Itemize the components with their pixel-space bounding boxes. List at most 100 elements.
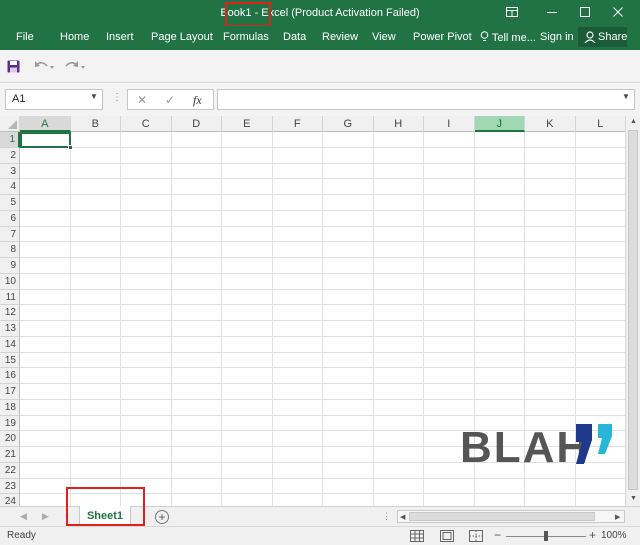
active-cell[interactable] bbox=[20, 132, 71, 148]
horizontal-scroll-thumb[interactable] bbox=[409, 512, 595, 521]
row-header-8[interactable]: 8 bbox=[0, 242, 20, 258]
tab-review[interactable]: Review bbox=[322, 31, 358, 43]
tab-file[interactable]: File bbox=[16, 31, 34, 43]
row-gridline bbox=[20, 162, 625, 164]
tab-data[interactable]: Data bbox=[283, 31, 306, 43]
select-all-corner[interactable] bbox=[0, 116, 20, 132]
row-header-11[interactable]: 11 bbox=[0, 289, 20, 306]
next-sheet-icon[interactable]: ▶ bbox=[42, 511, 49, 522]
zoom-level[interactable]: 100% bbox=[601, 530, 627, 541]
row-header-1[interactable]: 1 bbox=[0, 132, 20, 148]
page-layout-view-icon[interactable] bbox=[440, 530, 454, 542]
row-header-2[interactable]: 2 bbox=[0, 147, 20, 164]
tab-power-pivot[interactable]: Power Pivot bbox=[413, 31, 472, 43]
undo-icon[interactable] bbox=[34, 60, 54, 72]
tab-view[interactable]: View bbox=[372, 31, 396, 43]
minimize-icon[interactable] bbox=[542, 4, 562, 22]
chevron-down-icon[interactable]: ▼ bbox=[90, 92, 98, 101]
ribbon-display-options-icon[interactable] bbox=[502, 4, 522, 22]
row-gridline bbox=[20, 178, 625, 180]
row-header-20[interactable]: 20 bbox=[0, 431, 20, 447]
insert-function-icon[interactable]: fx bbox=[193, 93, 202, 108]
column-gridline bbox=[120, 132, 121, 506]
vertical-scroll-thumb[interactable] bbox=[628, 130, 638, 490]
row-header-23[interactable]: 23 bbox=[0, 478, 20, 495]
fill-handle[interactable] bbox=[68, 145, 73, 150]
vertical-scrollbar[interactable]: ▲ ▼ bbox=[625, 116, 640, 506]
formula-bar: A1 ▼ ⋮ ✕ ✓ fx ▼ bbox=[0, 84, 640, 116]
row-header-14[interactable]: 14 bbox=[0, 336, 20, 353]
row-header-5[interactable]: 5 bbox=[0, 195, 20, 211]
watermark-text: BLAH bbox=[460, 423, 591, 472]
zoom-slider-thumb[interactable] bbox=[544, 531, 548, 541]
scroll-right-icon[interactable]: ▶ bbox=[615, 513, 620, 521]
more-dots-icon[interactable]: ⋮ bbox=[112, 92, 122, 103]
row-header-17[interactable]: 17 bbox=[0, 384, 20, 400]
column-header-i[interactable]: I bbox=[424, 116, 475, 132]
tab-formulas[interactable]: Formulas bbox=[223, 31, 269, 43]
column-gridline bbox=[423, 132, 424, 506]
row-header-22[interactable]: 22 bbox=[0, 462, 20, 479]
column-header-f[interactable]: F bbox=[272, 116, 323, 132]
column-header-l[interactable]: L bbox=[575, 116, 625, 132]
row-header-19[interactable]: 19 bbox=[0, 415, 20, 432]
row-gridline bbox=[20, 414, 625, 416]
add-sheet-button[interactable]: + bbox=[155, 510, 169, 524]
column-header-a[interactable]: A bbox=[20, 116, 71, 132]
name-box[interactable]: A1 bbox=[5, 89, 103, 110]
scroll-down-icon[interactable]: ▼ bbox=[630, 495, 637, 502]
column-header-k[interactable]: K bbox=[525, 116, 576, 132]
row-header-3[interactable]: 3 bbox=[0, 163, 20, 180]
formula-input[interactable] bbox=[217, 89, 635, 110]
close-icon[interactable] bbox=[608, 4, 628, 22]
column-header-e[interactable]: E bbox=[222, 116, 273, 132]
tell-me-box[interactable]: Tell me... bbox=[480, 31, 536, 44]
scroll-left-icon[interactable]: ◀ bbox=[400, 513, 405, 521]
expand-formula-icon[interactable]: ▼ bbox=[622, 92, 630, 101]
row-header-18[interactable]: 18 bbox=[0, 399, 20, 416]
sign-in-link[interactable]: Sign in bbox=[540, 31, 574, 43]
horizontal-scrollbar[interactable]: ◀ ▶ bbox=[397, 510, 625, 523]
enter-icon[interactable]: ✓ bbox=[165, 93, 175, 107]
row-header-15[interactable]: 15 bbox=[0, 352, 20, 369]
column-header-j[interactable]: J bbox=[474, 116, 525, 132]
save-icon[interactable] bbox=[7, 60, 20, 73]
formula-buttons: ✕ ✓ fx bbox=[127, 89, 214, 110]
row-header-24[interactable]: 24 bbox=[0, 494, 20, 506]
tab-split-handle[interactable]: ⋮ bbox=[382, 511, 391, 522]
row-gridline bbox=[20, 272, 625, 274]
row-header-6[interactable]: 6 bbox=[0, 210, 20, 227]
column-header-b[interactable]: B bbox=[70, 116, 121, 132]
row-header-13[interactable]: 13 bbox=[0, 321, 20, 337]
title-highlight-box bbox=[225, 2, 271, 27]
row-header-16[interactable]: 16 bbox=[0, 368, 20, 384]
zoom-out-button[interactable]: − bbox=[494, 528, 501, 542]
column-gridline bbox=[221, 132, 222, 506]
row-gridline bbox=[20, 367, 625, 369]
maximize-icon[interactable] bbox=[575, 4, 595, 22]
tab-home[interactable]: Home bbox=[60, 31, 89, 43]
column-header-d[interactable]: D bbox=[171, 116, 222, 132]
row-header-12[interactable]: 12 bbox=[0, 305, 20, 321]
column-header-h[interactable]: H bbox=[373, 116, 424, 132]
scroll-up-icon[interactable]: ▲ bbox=[630, 118, 637, 125]
column-gridline bbox=[69, 132, 71, 506]
row-header-4[interactable]: 4 bbox=[0, 179, 20, 195]
column-header-c[interactable]: C bbox=[121, 116, 172, 132]
status-bar: Ready − + 100% bbox=[0, 526, 640, 545]
normal-view-icon[interactable] bbox=[410, 530, 424, 542]
row-header-7[interactable]: 7 bbox=[0, 226, 20, 243]
redo-icon[interactable] bbox=[65, 60, 85, 72]
row-header-21[interactable]: 21 bbox=[0, 447, 20, 463]
tab-page-layout[interactable]: Page Layout bbox=[151, 31, 213, 43]
previous-sheet-icon[interactable]: ◀ bbox=[20, 511, 27, 522]
sheet-highlight-box bbox=[66, 487, 145, 526]
row-header-9[interactable]: 9 bbox=[0, 258, 20, 274]
cancel-icon[interactable]: ✕ bbox=[137, 93, 147, 107]
row-gridline bbox=[20, 351, 625, 353]
row-header-10[interactable]: 10 bbox=[0, 273, 20, 290]
column-header-g[interactable]: G bbox=[323, 116, 374, 132]
page-break-preview-icon[interactable] bbox=[469, 530, 483, 542]
tab-insert[interactable]: Insert bbox=[106, 31, 134, 43]
zoom-in-button[interactable]: + bbox=[589, 528, 596, 542]
